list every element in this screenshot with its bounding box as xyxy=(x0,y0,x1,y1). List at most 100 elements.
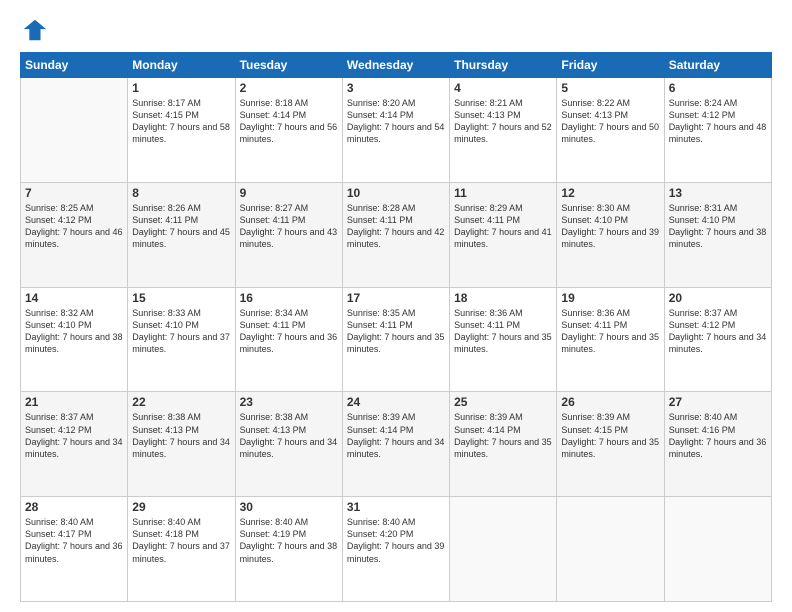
calendar-header-wednesday: Wednesday xyxy=(342,53,449,78)
calendar-header-monday: Monday xyxy=(128,53,235,78)
calendar-cell: 31 Sunrise: 8:40 AMSunset: 4:20 PMDayligh… xyxy=(342,497,449,602)
calendar-cell: 14Sunrise: 8:32 AMSunset: 4:10 PMDayligh… xyxy=(21,287,128,392)
calendar-cell: 25Sunrise: 8:39 AMSunset: 4:14 PMDayligh… xyxy=(450,392,557,497)
calendar-cell: 7 Sunrise: 8:25 AMSunset: 4:12 PMDaylight… xyxy=(21,182,128,287)
calendar-week-row: 21Sunrise: 8:37 AMSunset: 4:12 PMDayligh… xyxy=(21,392,772,497)
calendar-header-row: SundayMondayTuesdayWednesdayThursdayFrid… xyxy=(21,53,772,78)
day-number: 17 xyxy=(347,291,445,305)
calendar-week-row: 28Sunrise: 8:40 AMSunset: 4:17 PMDayligh… xyxy=(21,497,772,602)
calendar-cell: 26Sunrise: 8:39 AMSunset: 4:15 PMDayligh… xyxy=(557,392,664,497)
calendar-cell: 27 Sunrise: 8:40 AMSunset: 4:16 PMDayligh… xyxy=(664,392,771,497)
calendar-cell: 20Sunrise: 8:37 AMSunset: 4:12 PMDayligh… xyxy=(664,287,771,392)
calendar-cell: 5 Sunrise: 8:22 AMSunset: 4:13 PMDaylight… xyxy=(557,78,664,183)
day-info: Sunrise: 8:28 AMSunset: 4:11 PMDaylight:… xyxy=(347,202,445,251)
day-number: 21 xyxy=(25,395,123,409)
day-info: Sunrise: 8:35 AMSunset: 4:11 PMDaylight:… xyxy=(347,307,445,356)
day-number: 31 xyxy=(347,500,445,514)
day-info: Sunrise: 8:29 AMSunset: 4:11 PMDaylight:… xyxy=(454,202,552,251)
day-number: 7 xyxy=(25,186,123,200)
day-number: 6 xyxy=(669,81,767,95)
day-info: Sunrise: 8:38 AMSunset: 4:13 PMDaylight:… xyxy=(240,411,338,460)
calendar-cell xyxy=(450,497,557,602)
calendar-cell: 13 Sunrise: 8:31 AMSunset: 4:10 PMDayligh… xyxy=(664,182,771,287)
calendar-week-row: 1 Sunrise: 8:17 AMSunset: 4:15 PMDaylight… xyxy=(21,78,772,183)
calendar-cell: 28Sunrise: 8:40 AMSunset: 4:17 PMDayligh… xyxy=(21,497,128,602)
calendar-header-sunday: Sunday xyxy=(21,53,128,78)
calendar-cell: 18Sunrise: 8:36 AMSunset: 4:11 PMDayligh… xyxy=(450,287,557,392)
day-info: Sunrise: 8:18 AMSunset: 4:14 PMDaylight:… xyxy=(240,97,338,146)
day-info: Sunrise: 8:30 AMSunset: 4:10 PMDaylight:… xyxy=(561,202,659,251)
calendar-cell: 1 Sunrise: 8:17 AMSunset: 4:15 PMDaylight… xyxy=(128,78,235,183)
calendar-cell: 12 Sunrise: 8:30 AMSunset: 4:10 PMDayligh… xyxy=(557,182,664,287)
day-number: 11 xyxy=(454,186,552,200)
calendar-cell xyxy=(664,497,771,602)
day-info: Sunrise: 8:33 AMSunset: 4:10 PMDaylight:… xyxy=(132,307,230,356)
calendar-table: SundayMondayTuesdayWednesdayThursdayFrid… xyxy=(20,52,772,602)
calendar-cell: 15 Sunrise: 8:33 AMSunset: 4:10 PMDayligh… xyxy=(128,287,235,392)
day-info: Sunrise: 8:40 AMSunset: 4:19 PMDaylight:… xyxy=(240,516,338,565)
calendar-cell: 9 Sunrise: 8:27 AMSunset: 4:11 PMDaylight… xyxy=(235,182,342,287)
calendar-cell xyxy=(21,78,128,183)
calendar-cell: 8Sunrise: 8:26 AMSunset: 4:11 PMDaylight… xyxy=(128,182,235,287)
day-info: Sunrise: 8:40 AMSunset: 4:17 PMDaylight:… xyxy=(25,516,123,565)
calendar-cell: 19 Sunrise: 8:36 AMSunset: 4:11 PMDayligh… xyxy=(557,287,664,392)
calendar-cell xyxy=(557,497,664,602)
day-info: Sunrise: 8:39 AMSunset: 4:14 PMDaylight:… xyxy=(347,411,445,460)
logo xyxy=(20,16,52,44)
day-number: 16 xyxy=(240,291,338,305)
day-number: 30 xyxy=(240,500,338,514)
calendar-cell: 10 Sunrise: 8:28 AMSunset: 4:11 PMDayligh… xyxy=(342,182,449,287)
calendar-header-friday: Friday xyxy=(557,53,664,78)
day-info: Sunrise: 8:20 AMSunset: 4:14 PMDaylight:… xyxy=(347,97,445,146)
day-number: 9 xyxy=(240,186,338,200)
calendar-cell: 4Sunrise: 8:21 AMSunset: 4:13 PMDaylight… xyxy=(450,78,557,183)
calendar-cell: 29Sunrise: 8:40 AMSunset: 4:18 PMDayligh… xyxy=(128,497,235,602)
day-number: 5 xyxy=(561,81,659,95)
logo-icon xyxy=(20,16,48,44)
day-number: 22 xyxy=(132,395,230,409)
day-number: 1 xyxy=(132,81,230,95)
day-info: Sunrise: 8:25 AMSunset: 4:12 PMDaylight:… xyxy=(25,202,123,251)
day-info: Sunrise: 8:26 AMSunset: 4:11 PMDaylight:… xyxy=(132,202,230,251)
day-number: 23 xyxy=(240,395,338,409)
calendar-cell: 21Sunrise: 8:37 AMSunset: 4:12 PMDayligh… xyxy=(21,392,128,497)
day-number: 19 xyxy=(561,291,659,305)
day-info: Sunrise: 8:22 AMSunset: 4:13 PMDaylight:… xyxy=(561,97,659,146)
day-number: 4 xyxy=(454,81,552,95)
day-info: Sunrise: 8:40 AMSunset: 4:16 PMDaylight:… xyxy=(669,411,767,460)
day-info: Sunrise: 8:34 AMSunset: 4:11 PMDaylight:… xyxy=(240,307,338,356)
day-number: 15 xyxy=(132,291,230,305)
day-info: Sunrise: 8:39 AMSunset: 4:14 PMDaylight:… xyxy=(454,411,552,460)
day-info: Sunrise: 8:40 AMSunset: 4:18 PMDaylight:… xyxy=(132,516,230,565)
calendar-cell: 17 Sunrise: 8:35 AMSunset: 4:11 PMDayligh… xyxy=(342,287,449,392)
header xyxy=(20,16,772,44)
day-info: Sunrise: 8:40 AMSunset: 4:20 PMDaylight:… xyxy=(347,516,445,565)
day-number: 20 xyxy=(669,291,767,305)
calendar-cell: 16 Sunrise: 8:34 AMSunset: 4:11 PMDayligh… xyxy=(235,287,342,392)
calendar-cell: 11 Sunrise: 8:29 AMSunset: 4:11 PMDayligh… xyxy=(450,182,557,287)
calendar-cell: 24 Sunrise: 8:39 AMSunset: 4:14 PMDayligh… xyxy=(342,392,449,497)
day-number: 10 xyxy=(347,186,445,200)
calendar-cell: 3 Sunrise: 8:20 AMSunset: 4:14 PMDaylight… xyxy=(342,78,449,183)
calendar-cell: 2 Sunrise: 8:18 AMSunset: 4:14 PMDaylight… xyxy=(235,78,342,183)
calendar-cell: 30 Sunrise: 8:40 AMSunset: 4:19 PMDayligh… xyxy=(235,497,342,602)
day-number: 3 xyxy=(347,81,445,95)
day-number: 27 xyxy=(669,395,767,409)
calendar-week-row: 14Sunrise: 8:32 AMSunset: 4:10 PMDayligh… xyxy=(21,287,772,392)
day-number: 26 xyxy=(561,395,659,409)
day-info: Sunrise: 8:38 AMSunset: 4:13 PMDaylight:… xyxy=(132,411,230,460)
calendar-week-row: 7 Sunrise: 8:25 AMSunset: 4:12 PMDaylight… xyxy=(21,182,772,287)
day-number: 13 xyxy=(669,186,767,200)
day-info: Sunrise: 8:27 AMSunset: 4:11 PMDaylight:… xyxy=(240,202,338,251)
calendar-header-thursday: Thursday xyxy=(450,53,557,78)
day-number: 2 xyxy=(240,81,338,95)
day-info: Sunrise: 8:32 AMSunset: 4:10 PMDaylight:… xyxy=(25,307,123,356)
day-info: Sunrise: 8:31 AMSunset: 4:10 PMDaylight:… xyxy=(669,202,767,251)
day-info: Sunrise: 8:24 AMSunset: 4:12 PMDaylight:… xyxy=(669,97,767,146)
day-number: 24 xyxy=(347,395,445,409)
page: SundayMondayTuesdayWednesdayThursdayFrid… xyxy=(0,0,792,612)
calendar-header-saturday: Saturday xyxy=(664,53,771,78)
day-number: 12 xyxy=(561,186,659,200)
day-info: Sunrise: 8:36 AMSunset: 4:11 PMDaylight:… xyxy=(561,307,659,356)
day-info: Sunrise: 8:17 AMSunset: 4:15 PMDaylight:… xyxy=(132,97,230,146)
